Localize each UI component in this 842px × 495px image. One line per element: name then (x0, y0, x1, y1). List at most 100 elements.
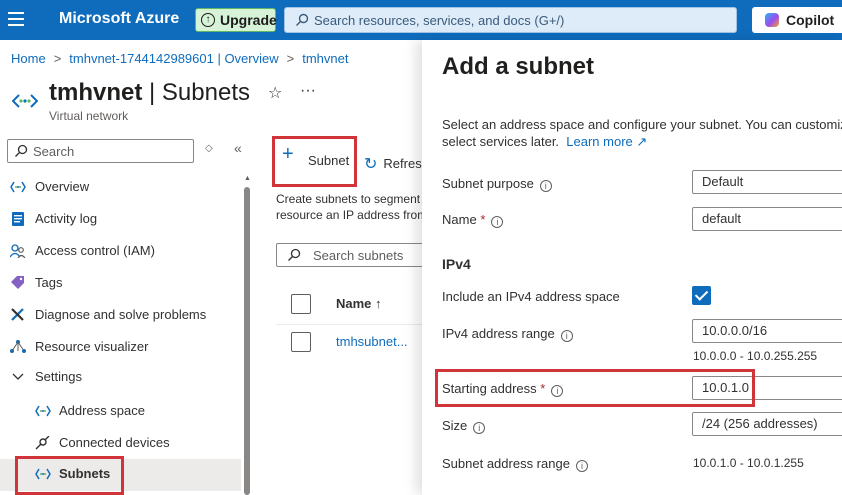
upgrade-label: Upgrade (220, 12, 277, 28)
learn-more-link[interactable]: Learn more ↗ (566, 134, 647, 149)
sidebar-group-settings[interactable]: Settings (0, 362, 240, 392)
starting-address-label: Starting address * i (442, 381, 564, 397)
nav-scrollbar[interactable]: ▲ (243, 175, 251, 495)
subnets-description: Create subnets to segment resource an IP… (276, 191, 422, 223)
wrench-icon (11, 308, 24, 321)
include-ipv4-checkbox[interactable] (692, 286, 711, 305)
required-mark: * (540, 381, 546, 396)
field-label: IPv4 address range (442, 326, 555, 341)
chevron-down-icon (12, 373, 24, 380)
starting-address-input[interactable]: 10.0.1.0 (692, 376, 842, 400)
info-icon[interactable]: i (575, 460, 588, 472)
vnet-icon (35, 468, 51, 480)
subnet-purpose-label: Subnet purpose i (442, 176, 552, 192)
field-label: Name (442, 212, 477, 227)
resource-type: Virtual network (49, 109, 129, 123)
info-icon[interactable]: i (491, 216, 504, 228)
sidebar-item-overview[interactable]: Overview (0, 172, 240, 202)
sidebar-item-label: Subnets (59, 466, 111, 481)
search-icon (288, 248, 301, 261)
sidebar-item-connected-devices[interactable]: Connected devices (0, 428, 240, 458)
scroll-up-icon[interactable]: ▲ (244, 175, 251, 182)
ipv4-range-label: IPv4 address range i (442, 326, 573, 342)
plug-icon (35, 436, 50, 450)
sidebar-item-address-space[interactable]: Address space (0, 396, 240, 426)
subnets-search-input[interactable]: Search subnets (276, 243, 436, 267)
scrollbar-thumb[interactable] (244, 187, 250, 495)
refresh-button[interactable]: ↻ Refresh (364, 153, 429, 173)
sidebar-item-subnets[interactable]: Subnets (0, 459, 241, 491)
vnet-icon (35, 405, 51, 417)
search-icon (15, 144, 28, 157)
subnet-purpose-dropdown[interactable]: Default (692, 170, 842, 194)
intro-line: Select an address space and configure yo… (442, 117, 842, 132)
learn-more-label: Learn more (566, 134, 633, 149)
hamburger-menu-icon[interactable] (8, 12, 24, 26)
expand-collapse-icon[interactable]: ◇ (205, 143, 213, 154)
page-title: tmhvnet | Subnets (49, 79, 250, 107)
copilot-button[interactable]: Copilot (752, 7, 842, 33)
select-all-checkbox[interactable] (291, 294, 311, 314)
info-icon[interactable]: i (539, 180, 552, 192)
sidebar-item-label: Tags (35, 275, 63, 290)
sidebar-item-diagnose[interactable]: Diagnose and solve problems (0, 300, 240, 330)
sidebar-item-access-control[interactable]: Access control (IAM) (0, 236, 240, 266)
top-bar: Microsoft Azure ↑ Upgrade Search resourc… (0, 0, 842, 40)
collapse-nav-icon[interactable]: « (234, 140, 242, 156)
add-subnet-label: Subnet (308, 153, 350, 168)
breadcrumb-vnet[interactable]: tmhvnet (302, 51, 348, 66)
breadcrumb-home[interactable]: Home (11, 51, 46, 66)
field-label: Size (442, 418, 468, 433)
refresh-icon: ↻ (364, 156, 378, 173)
breadcrumb: Home > tmhvnet-1744142989601 | Overview > tm… (11, 51, 348, 66)
sidebar-item-label: Address space (59, 403, 145, 418)
info-icon[interactable]: i (473, 422, 486, 434)
sidebar-item-label: Activity log (35, 211, 98, 226)
more-options-icon[interactable]: ··· (300, 82, 316, 100)
description-line: resource an IP address from (276, 208, 422, 222)
field-label: Subnet address range (442, 456, 570, 471)
panel-intro: Select an address space and configure yo… (442, 116, 842, 150)
row-checkbox[interactable] (291, 332, 311, 352)
subnet-range-label: Subnet address range i (442, 456, 588, 472)
include-ipv4-label: Include an IPv4 address space (442, 289, 620, 304)
column-header-name[interactable]: Name ↑ (336, 296, 382, 311)
size-dropdown[interactable]: /24 (256 addresses) (692, 412, 842, 436)
sidebar-item-label: Access control (IAM) (35, 243, 155, 258)
tag-icon (11, 276, 24, 289)
add-subnet-panel: Add a subnet Select an address space and… (422, 40, 842, 495)
field-label: Starting address (442, 381, 537, 396)
ipv4-range-span: 10.0.0.0 - 10.0.255.255 (693, 349, 818, 363)
size-label: Size i (442, 418, 486, 434)
sidebar-item-resource-visualizer[interactable]: Resource visualizer (0, 332, 240, 362)
brand-title[interactable]: Microsoft Azure (59, 10, 179, 28)
search-icon (296, 13, 309, 26)
favorite-star-icon[interactable]: ☆ (268, 83, 282, 103)
nav-search-placeholder: Search (33, 144, 75, 159)
sidebar-item-label: Overview (35, 179, 90, 194)
title-separator: | (142, 79, 162, 106)
nav-search-input[interactable]: Search (7, 139, 194, 163)
plus-icon: + (282, 143, 294, 165)
info-icon[interactable]: i (551, 385, 564, 397)
global-search-input[interactable]: Search resources, services, and docs (G+… (284, 7, 737, 33)
vnet-icon (12, 94, 38, 108)
sidebar-item-tags[interactable]: Tags (0, 268, 240, 298)
info-icon[interactable]: i (560, 330, 573, 342)
ipv4-range-dropdown[interactable]: 10.0.0.0/16 (692, 319, 842, 343)
sidebar-item-activity-log[interactable]: Activity log (0, 204, 240, 234)
subnet-range-value: 10.0.1.0 - 10.0.1.255 (693, 456, 804, 470)
network-diagram-icon (10, 340, 26, 353)
row-divider (276, 324, 426, 325)
sidebar-item-label: Resource visualizer (35, 339, 149, 354)
breadcrumb-overview[interactable]: tmhvnet-1744142989601 | Overview (69, 51, 278, 66)
name-label: Name * i (442, 212, 504, 228)
name-input[interactable]: default (692, 207, 842, 231)
sidebar-item-label: Diagnose and solve problems (35, 307, 207, 322)
activity-log-icon (12, 212, 24, 226)
upgrade-button[interactable]: ↑ Upgrade (195, 8, 277, 32)
upgrade-arrow-icon: ↑ (201, 13, 215, 27)
subnet-name-link[interactable]: tmhsubnet... (336, 334, 408, 349)
sidebar-item-label: Connected devices (59, 435, 170, 450)
external-link-icon: ↗ (636, 134, 648, 149)
